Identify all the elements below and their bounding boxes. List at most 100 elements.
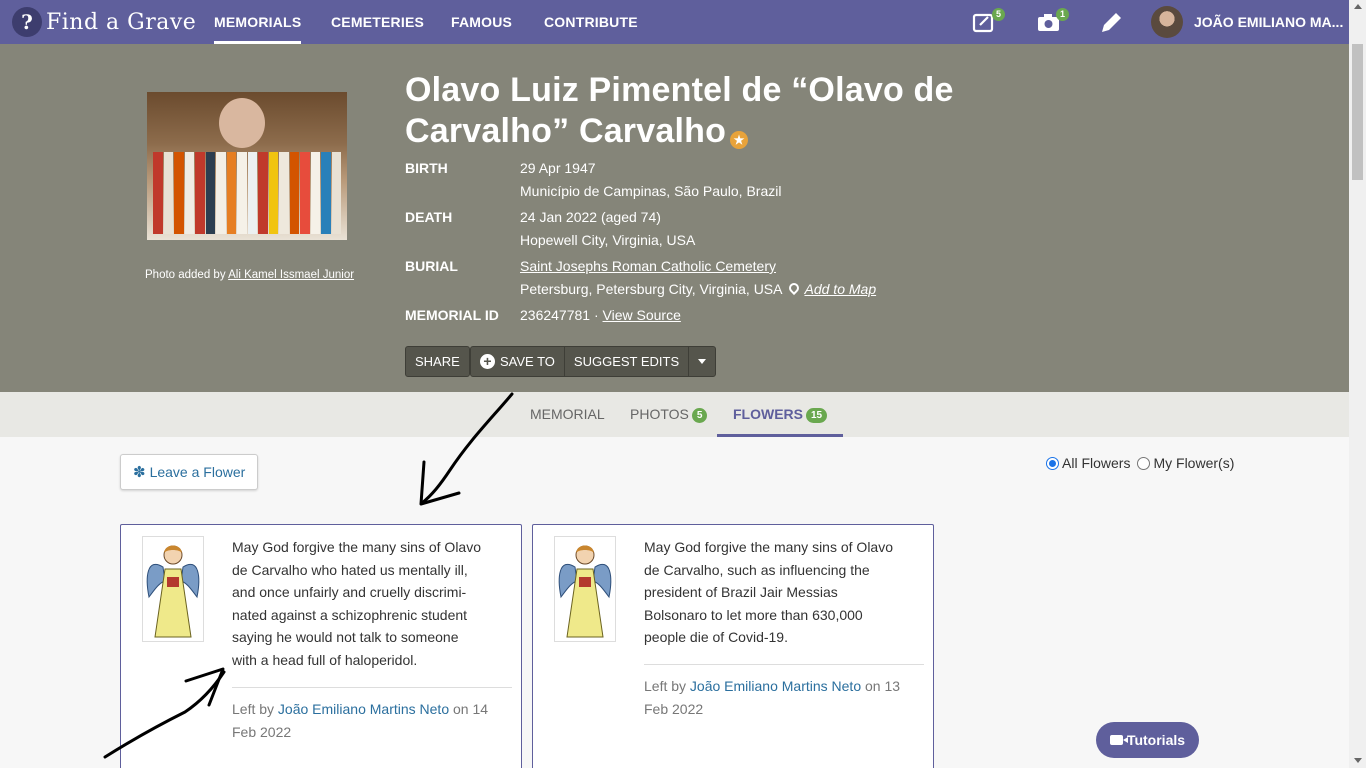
nav-cemeteries[interactable]: CEMETERIES bbox=[331, 0, 424, 44]
flower-card: May God forgive the many sins of Olavo d… bbox=[532, 524, 934, 768]
death-info: 24 Jan 2022 (aged 74) Hopewell City, Vir… bbox=[520, 206, 695, 252]
memorial-tabs: MEMORIAL PHOTOS 5 FLOWERS 15 bbox=[0, 392, 1349, 437]
flower-date-cont: Feb 2022 bbox=[644, 700, 704, 717]
author-link[interactable]: João Emiliano Martins Neto bbox=[278, 701, 449, 717]
death-place: Hopewell City, Virginia, USA bbox=[520, 232, 696, 248]
scroll-thumb[interactable] bbox=[1352, 44, 1363, 180]
scroll-down-arrow-icon[interactable] bbox=[1354, 758, 1362, 763]
user-avatar[interactable] bbox=[1151, 6, 1183, 38]
tab-flowers-label: FLOWERS bbox=[733, 406, 803, 422]
tab-flowers[interactable]: FLOWERS 15 bbox=[716, 392, 844, 437]
my-flowers-label[interactable]: My Flower(s) bbox=[1153, 455, 1234, 471]
photo-credit-prefix: Photo added by bbox=[145, 269, 226, 281]
memorial-photo[interactable] bbox=[147, 92, 347, 240]
message-line: de Carvalho, such as influencing the bbox=[644, 561, 870, 578]
flower-message: May God forgive the many sins of Olavo d… bbox=[232, 536, 482, 671]
memorial-id-label: MEMORIAL ID bbox=[405, 307, 499, 323]
add-to-map-link[interactable]: Add to Map bbox=[805, 281, 877, 297]
notifications-badge: 5 bbox=[991, 8, 1005, 21]
left-by-prefix: Left by bbox=[644, 678, 687, 694]
message-line: Bolsonaro to let more than 630,000 bbox=[644, 606, 863, 623]
flower-filter: All Flowers My Flower(s) bbox=[1046, 455, 1234, 471]
flower-meta: Left by João Emiliano Martins Neto on 13… bbox=[644, 675, 914, 720]
photo-credit-link[interactable]: Ali Kamel Issmael Junior bbox=[228, 269, 354, 281]
suggest-edits-button[interactable]: SUGGEST EDITS bbox=[565, 347, 690, 376]
birth-place: Município de Campinas, São Paulo, Brazil bbox=[520, 183, 782, 199]
video-camera-icon bbox=[1109, 735, 1128, 745]
burial-label: BURIAL bbox=[405, 258, 458, 274]
flowers-count-badge: 15 bbox=[806, 408, 828, 423]
flower-meta: Left by João Emiliano Martins Neto on 14… bbox=[232, 698, 502, 743]
save-to-label: SAVE TO bbox=[500, 354, 555, 369]
view-source-link[interactable]: View Source bbox=[603, 307, 681, 323]
memorial-name-line2: Carvalho” Carvalho bbox=[405, 112, 727, 150]
message-line: May God forgive the many sins of Olavo bbox=[644, 539, 893, 555]
top-navbar: ? Find a Grave MEMORIALS CEMETERIES FAMO… bbox=[0, 0, 1349, 44]
pencil-icon[interactable] bbox=[1098, 10, 1124, 34]
nav-memorials[interactable]: MEMORIALS bbox=[214, 0, 302, 44]
author-link[interactable]: João Emiliano Martins Neto bbox=[690, 678, 861, 694]
message-line: and once unfairly and cruelly discrimi- bbox=[232, 584, 467, 600]
books-graphic bbox=[147, 152, 347, 234]
memorial-header: Photo added by Ali Kamel Issmael Junior … bbox=[0, 44, 1349, 392]
tab-photos[interactable]: PHOTOS 5 bbox=[630, 392, 708, 437]
tab-memorial[interactable]: MEMORIAL bbox=[530, 392, 605, 437]
angel-flower-image bbox=[142, 536, 204, 642]
scroll-up-arrow-icon[interactable] bbox=[1354, 4, 1362, 9]
nav-famous[interactable]: FAMOUS bbox=[451, 0, 512, 44]
flower-message: May God forgive the many sins of Olavo d… bbox=[644, 536, 894, 649]
all-flowers-label[interactable]: All Flowers bbox=[1062, 455, 1130, 471]
camera-icon[interactable]: 1 bbox=[1036, 8, 1069, 34]
tab-photos-label: PHOTOS bbox=[630, 406, 689, 422]
photos-count-badge: 5 bbox=[691, 408, 708, 423]
burial-place: Petersburg, Petersburg City, Virginia, U… bbox=[520, 281, 783, 297]
death-label: DEATH bbox=[405, 209, 453, 225]
logo-icon: ? bbox=[12, 7, 42, 37]
birth-label: BIRTH bbox=[405, 160, 448, 176]
tutorials-button[interactable]: Tutorials bbox=[1096, 722, 1199, 758]
all-flowers-radio[interactable] bbox=[1046, 456, 1059, 470]
divider bbox=[644, 664, 924, 665]
birth-info: 29 Apr 1947 Município de Campinas, São P… bbox=[520, 157, 781, 203]
page-scrollbar[interactable] bbox=[1349, 0, 1366, 768]
share-button[interactable]: SHARE bbox=[405, 346, 470, 377]
flower-date: on 13 bbox=[865, 678, 901, 694]
photo-credit: Photo added by Ali Kamel Issmael Junior bbox=[145, 269, 354, 281]
arrow-head bbox=[419, 460, 461, 506]
famous-star-icon: ★ bbox=[730, 131, 749, 149]
message-line: de Carvalho who hated us mentally ill, bbox=[232, 561, 468, 578]
birth-date: 29 Apr 1947 bbox=[520, 160, 596, 176]
user-name[interactable]: JOÃO EMILIANO MA... bbox=[1194, 0, 1343, 44]
message-line: May God forgive the many sins of Olavo bbox=[232, 539, 481, 555]
burial-info: Saint Josephs Roman Catholic Cemetery Pe… bbox=[520, 255, 876, 301]
left-by-prefix: Left by bbox=[232, 701, 275, 717]
burial-cemetery-link[interactable]: Saint Josephs Roman Catholic Cemetery bbox=[520, 258, 776, 274]
leave-flower-label: Leave a Flower bbox=[149, 464, 246, 480]
brand-name: Find a Grave bbox=[46, 9, 197, 35]
my-flowers-radio[interactable] bbox=[1137, 456, 1151, 470]
flower-icon: ✽ bbox=[133, 464, 146, 481]
edit-requests-icon[interactable]: 5 bbox=[972, 8, 1005, 34]
memorial-id: 236247781 · bbox=[520, 307, 599, 323]
message-line: saying he would not talk to someone bbox=[232, 629, 459, 645]
tab-memorial-label: MEMORIAL bbox=[530, 406, 605, 422]
angel-flower-image bbox=[554, 536, 616, 642]
save-edit-button-group: + SAVE TO SUGGEST EDITS bbox=[470, 346, 717, 377]
save-to-button[interactable]: + SAVE TO bbox=[471, 347, 565, 376]
plus-circle-icon: + bbox=[480, 354, 495, 369]
message-line: president of Brazil Jair Messias bbox=[644, 584, 838, 600]
map-pin-icon bbox=[786, 280, 801, 296]
tutorials-label: Tutorials bbox=[1126, 732, 1186, 748]
memorial-name-line1: Olavo Luiz Pimentel de “Olavo de bbox=[405, 71, 954, 109]
message-line: people die of Covid-19. bbox=[644, 629, 788, 645]
message-line: with a head full of haloperidol. bbox=[232, 651, 418, 668]
leave-flower-button[interactable]: ✽ Leave a Flower bbox=[120, 454, 258, 490]
memorial-id-info: 236247781 · View Source bbox=[520, 304, 681, 327]
more-actions-dropdown[interactable] bbox=[689, 347, 715, 376]
flower-date-cont: Feb 2022 bbox=[232, 723, 292, 740]
caret-down-icon bbox=[698, 359, 707, 364]
flower-date: on 14 bbox=[453, 701, 489, 717]
find-a-grave-logo[interactable]: ? Find a Grave bbox=[12, 6, 196, 38]
death-date: 24 Jan 2022 (aged 74) bbox=[520, 209, 661, 225]
nav-contribute[interactable]: CONTRIBUTE bbox=[544, 0, 638, 44]
